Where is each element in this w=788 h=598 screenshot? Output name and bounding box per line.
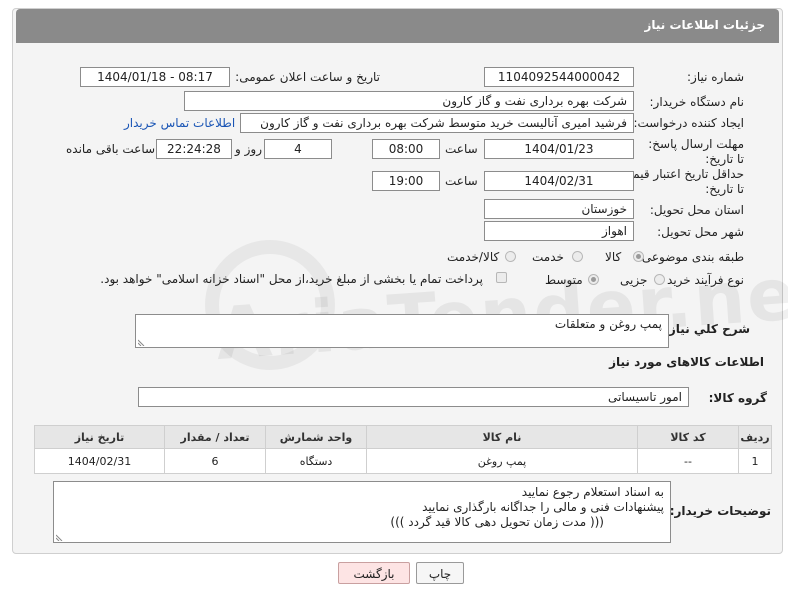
cell-row: 1: [738, 448, 772, 474]
price-validity-date-field: 1404/02/31: [484, 171, 634, 191]
treasury-note: پرداخت تمام یا بخشی از مبلغ خرید،از محل …: [100, 272, 483, 286]
cell-unit: دستگاه: [265, 448, 367, 474]
category-label: طبقه بندی موضوعی:: [637, 250, 744, 264]
category-radio-goods[interactable]: [633, 251, 644, 262]
price-validity-time-label: ساعت: [445, 174, 478, 188]
goods-group-field: امور تاسیساتی: [138, 387, 689, 407]
reply-date-field: 1404/01/23: [484, 139, 634, 159]
need-number-label: شماره نیاز:: [687, 70, 744, 84]
cell-code: --: [637, 448, 739, 474]
reply-days-label: روز و: [235, 142, 262, 156]
category-option-goods-service: کالا/خدمت: [447, 250, 500, 264]
category-option-goods: کالا: [605, 250, 622, 264]
goods-table: ردیف کد کالا نام کالا واحد شمارش تعداد /…: [34, 425, 772, 474]
buyer-notes-line-2: پیشنهادات فنی و مالی را جداگانه بارگذاری…: [422, 500, 664, 514]
process-label: نوع فرآیند خرید :: [659, 273, 744, 287]
reply-time-field: 08:00: [372, 139, 440, 159]
cell-quantity: 6: [164, 448, 266, 474]
col-code: کد کالا: [637, 425, 739, 449]
table-row: 1 -- پمپ روغن دستگاه 6 1404/02/31: [34, 448, 772, 474]
buyer-contact-link[interactable]: اطلاعات تماس خریدار: [124, 116, 235, 130]
process-radio-medium[interactable]: [588, 274, 599, 285]
requester-label: ایجاد کننده درخواست:: [633, 116, 744, 130]
col-name: نام کالا: [366, 425, 638, 449]
col-row: ردیف: [738, 425, 772, 449]
process-option-medium: متوسط: [545, 273, 583, 287]
col-need-date: تاریخ نیاز: [34, 425, 165, 449]
buyer-notes-textarea[interactable]: به اسناد استعلام رجوع نمایید پیشنهادات ف…: [53, 481, 671, 543]
back-button[interactable]: بازگشت: [338, 562, 410, 584]
category-option-service: خدمت: [532, 250, 564, 264]
print-button[interactable]: چاپ: [416, 562, 464, 584]
price-validity-time-field: 19:00: [372, 171, 440, 191]
announce-date-field: 1404/01/18 - 08:17: [80, 67, 230, 87]
category-radio-service[interactable]: [572, 251, 583, 262]
reply-deadline-label: مهلت ارسال پاسخ: تا تاریخ:: [648, 137, 744, 166]
description-text: پمپ روغن و متعلقات: [554, 317, 662, 331]
goods-group-label: گروه کالا:: [708, 391, 767, 405]
buyer-org-field: شرکت بهره برداری نفت و گاز کارون: [184, 91, 634, 111]
col-unit: واحد شمارش: [265, 425, 367, 449]
buyer-org-label: نام دستگاه خریدار:: [649, 95, 745, 109]
city-label: شهر محل تحویل:: [657, 225, 744, 239]
need-number-field: 1104092544000042: [484, 67, 634, 87]
col-quantity: تعداد / مقدار: [164, 425, 266, 449]
process-option-minor: جزیی: [620, 273, 648, 287]
remaining-time-field: 22:24:28: [156, 139, 232, 159]
page-title: جزئیات اطلاعات نیاز: [644, 18, 765, 32]
cell-need-date: 1404/02/31: [34, 448, 165, 474]
buyer-notes-line-3: ((( مدت زمان تحویل دهی کالا قید گردد ))): [390, 515, 604, 529]
reply-time-label: ساعت: [445, 142, 478, 156]
price-validity-label: حداقل تاریخ اعتبار قیمت: تا تاریخ:: [617, 167, 744, 196]
buyer-notes-line-1: به اسناد استعلام رجوع نمایید: [521, 485, 664, 499]
treasury-checkbox[interactable]: [496, 272, 507, 283]
goods-section-title: اطلاعات کالاهای مورد نیاز: [609, 355, 764, 369]
city-field: اهواز: [484, 221, 634, 241]
goods-table-header: ردیف کد کالا نام کالا واحد شمارش تعداد /…: [34, 425, 772, 449]
resize-handle-icon[interactable]: [56, 533, 64, 541]
buyer-notes-label: توضیحات خریدار:: [669, 504, 771, 518]
announce-date-label: تاریخ و ساعت اعلان عمومی:: [235, 70, 380, 84]
resize-handle-icon[interactable]: [138, 338, 146, 346]
category-radio-goods-service[interactable]: [505, 251, 516, 262]
requester-field: فرشید امیری آنالیست خرید متوسط شرکت بهره…: [240, 113, 634, 133]
description-label: شرح كلي نياز:: [664, 322, 750, 336]
process-radio-minor[interactable]: [654, 274, 665, 285]
cell-name: پمپ روغن: [366, 448, 638, 474]
page-header: جزئیات اطلاعات نیاز: [16, 9, 779, 43]
reply-days-field: 4: [264, 139, 332, 159]
province-field: خوزستان: [484, 199, 634, 219]
province-label: استان محل تحویل:: [649, 203, 744, 217]
remaining-time-label: ساعت باقی مانده: [66, 142, 156, 156]
description-textarea[interactable]: پمپ روغن و متعلقات: [135, 314, 669, 348]
